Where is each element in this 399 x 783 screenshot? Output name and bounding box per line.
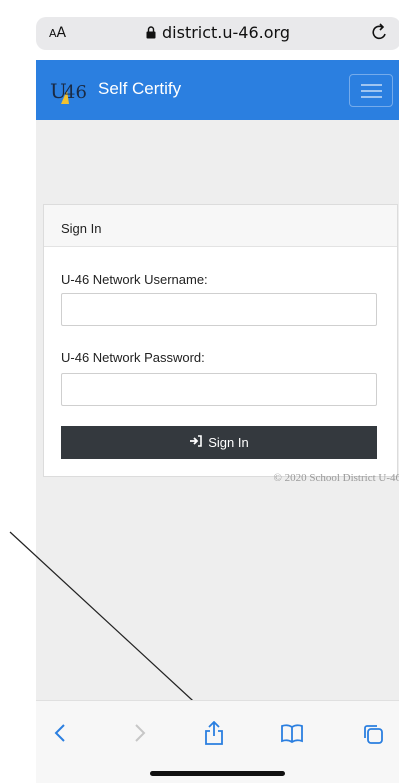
back-icon[interactable] [54,723,66,747]
share-icon[interactable] [204,720,224,749]
tabs-icon[interactable] [362,723,384,749]
bookmarks-icon[interactable] [280,723,304,747]
annotation-arrow [9,531,208,714]
home-indicator [150,771,285,776]
forward-icon[interactable] [134,723,146,747]
